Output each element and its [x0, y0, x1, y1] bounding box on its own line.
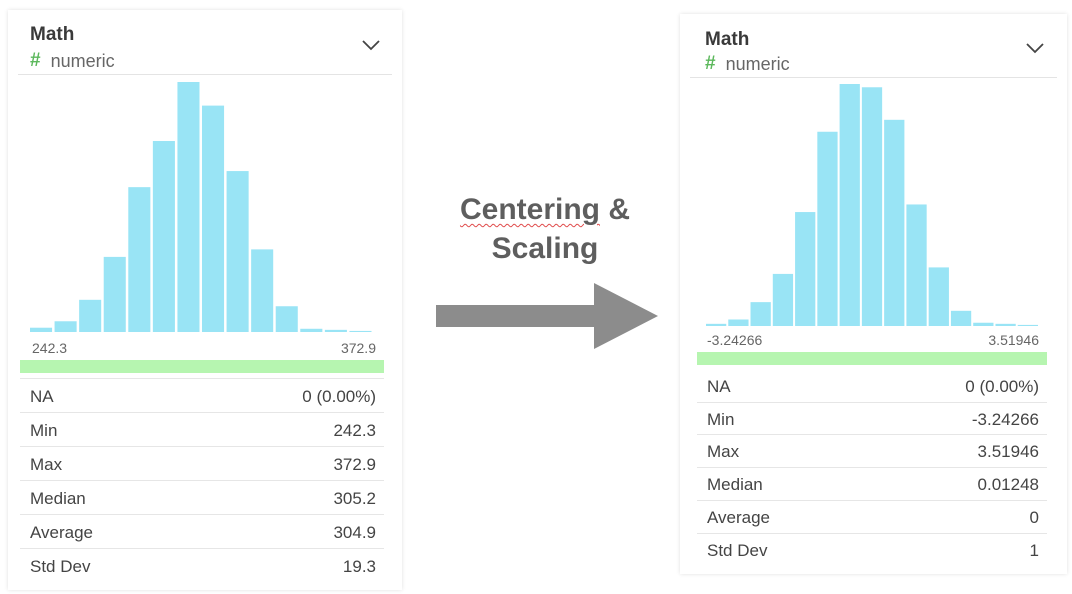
stat-value: 372.9 — [333, 455, 376, 474]
histogram-bar — [861, 87, 883, 326]
column-summary-card-before: Math # numeric 242.3 372.9 NA 0 (0.00%) … — [8, 10, 402, 590]
histogram-svg — [30, 82, 372, 332]
histogram-bar — [817, 131, 838, 326]
stat-row-max: Max 3.51946 — [697, 434, 1047, 468]
range-min-label: 242.3 — [32, 340, 68, 356]
histogram-bar — [706, 323, 727, 326]
stat-row-na: NA 0 (0.00%) — [697, 370, 1047, 402]
stat-label: NA — [707, 377, 731, 396]
stat-row-median: Median 305.2 — [20, 480, 384, 515]
histogram-bar — [839, 84, 860, 326]
header-divider — [18, 74, 392, 75]
stat-value: 0 (0.00%) — [302, 387, 376, 406]
stat-row-std-dev: Std Dev 1 — [697, 533, 1047, 567]
histogram-bar — [772, 273, 794, 326]
histogram-bar — [202, 105, 225, 332]
chevron-down-icon[interactable] — [361, 38, 381, 52]
column-name: Math — [705, 29, 750, 50]
transform-label: Centering & Scaling — [430, 190, 660, 268]
stat-row-std-dev: Std Dev 19.3 — [20, 548, 384, 583]
numeric-type-icon: # — [705, 53, 716, 74]
histogram-bar — [103, 256, 126, 332]
quantile-bar — [20, 360, 384, 373]
histogram-bar — [349, 330, 372, 332]
histogram-bar — [906, 204, 927, 326]
chevron-down-icon[interactable] — [1025, 41, 1045, 55]
column-type: # numeric — [705, 53, 790, 75]
stat-value: 0.01248 — [977, 475, 1039, 494]
stat-label: Min — [707, 410, 735, 429]
range-min-label: -3.24266 — [707, 332, 763, 348]
histogram — [30, 82, 374, 332]
histogram-bar — [950, 310, 972, 326]
histogram-bar — [251, 249, 274, 332]
stat-row-median: Median 0.01248 — [697, 467, 1047, 501]
histogram-bar — [728, 319, 749, 326]
quantile-bar — [697, 352, 1047, 365]
stat-label: Median — [707, 475, 763, 494]
stat-label: NA — [30, 387, 54, 406]
histogram — [706, 84, 1040, 326]
stat-label: Average — [30, 523, 94, 542]
range-max-label: 372.9 — [340, 340, 376, 356]
histogram-bar — [300, 328, 323, 332]
histogram-bar — [795, 212, 816, 326]
histogram-bar — [152, 141, 175, 332]
histogram-bar — [30, 327, 53, 332]
stat-value: 304.9 — [333, 523, 376, 542]
histogram-bar — [995, 323, 1016, 326]
histogram-bar — [177, 82, 200, 332]
histogram-bar — [128, 187, 151, 332]
transform-word-centering: Centering — [459, 193, 600, 226]
histogram-bar — [1017, 324, 1038, 326]
histogram-bar — [973, 322, 994, 326]
column-type-label: numeric — [50, 50, 115, 71]
stat-label: Min — [30, 421, 58, 440]
stat-row-min: Min -3.24266 — [697, 402, 1047, 435]
stat-label: Std Dev — [30, 557, 91, 576]
histogram-bar — [54, 321, 77, 332]
stat-value: 1 — [1029, 541, 1039, 560]
stat-value: 242.3 — [333, 421, 376, 440]
column-type-label: numeric — [725, 53, 790, 74]
stat-row-average: Average 304.9 — [20, 514, 384, 549]
transform-word-ampersand: & — [608, 193, 631, 226]
histogram-bar — [324, 329, 347, 332]
numeric-type-icon: # — [30, 50, 41, 71]
column-type: # numeric — [30, 50, 115, 72]
histogram-bar — [79, 299, 102, 332]
histogram-svg — [706, 84, 1038, 326]
column-name: Math — [30, 24, 75, 45]
stat-value: 19.3 — [342, 557, 376, 576]
histogram-bar — [750, 302, 771, 326]
histogram-bar — [884, 119, 905, 326]
stat-row-min: Min 242.3 — [20, 412, 384, 447]
column-summary-card-after: Math # numeric -3.24266 3.51946 NA 0 (0.… — [680, 14, 1067, 574]
header-divider — [690, 77, 1057, 78]
stat-row-max: Max 372.9 — [20, 446, 384, 481]
stat-label: Median — [30, 489, 86, 508]
histogram-bar — [226, 171, 249, 332]
stat-value: 0 — [1029, 508, 1039, 527]
stat-value: -3.24266 — [971, 410, 1039, 429]
histogram-bar — [275, 306, 298, 332]
stat-label: Max — [707, 442, 740, 461]
stat-row-average: Average 0 — [697, 500, 1047, 534]
stat-value: 305.2 — [333, 489, 376, 508]
right-arrow-icon — [436, 283, 658, 354]
stat-label: Max — [30, 455, 63, 474]
transform-word-scaling: Scaling — [491, 232, 599, 265]
stat-value: 0 (0.00%) — [965, 377, 1039, 396]
stat-label: Average — [707, 508, 771, 527]
histogram-bar — [928, 267, 949, 326]
stat-row-na: NA 0 (0.00%) — [20, 378, 384, 413]
stat-value: 3.51946 — [977, 442, 1039, 461]
range-max-label: 3.51946 — [988, 332, 1039, 348]
stat-label: Std Dev — [707, 541, 768, 560]
